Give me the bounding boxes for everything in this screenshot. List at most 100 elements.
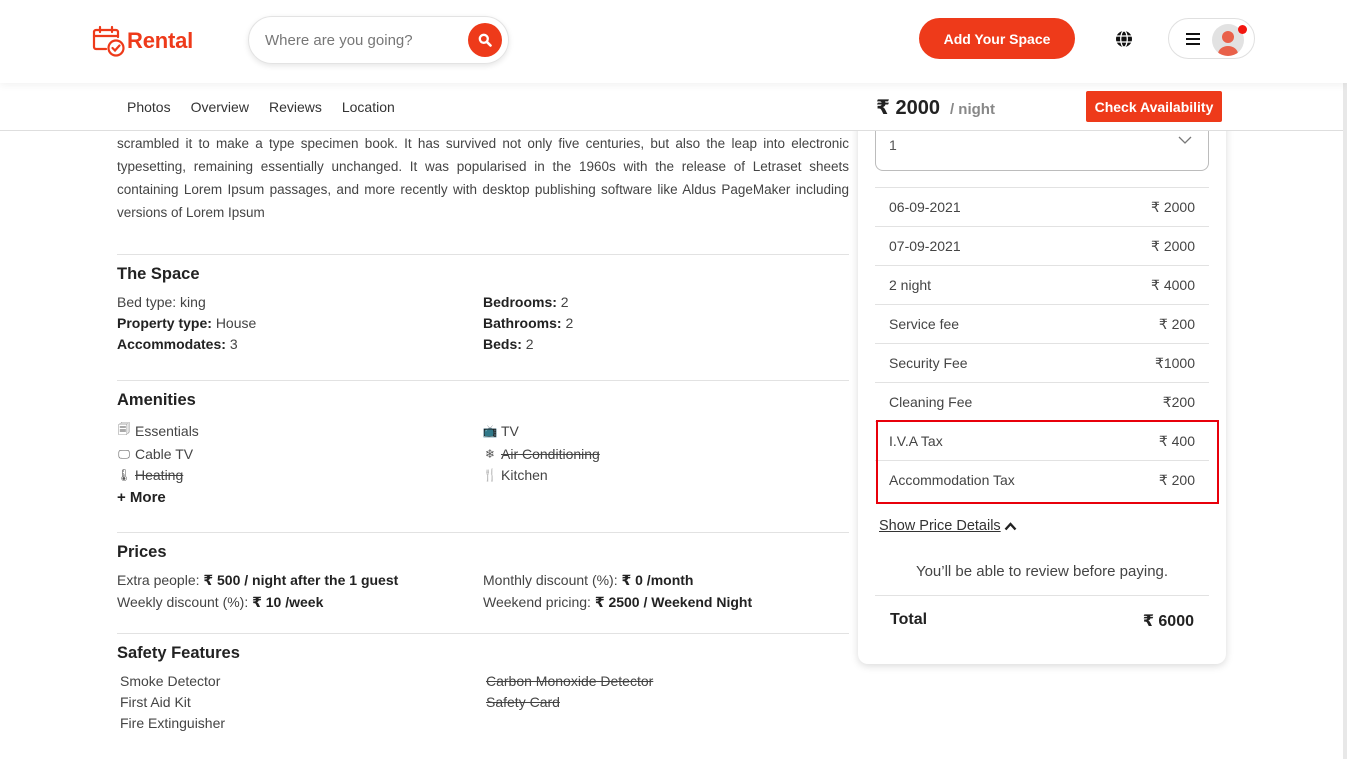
amenity-item: 📺 TV <box>483 420 849 441</box>
price-row: Cleaning Fee ₹200 <box>875 382 1209 421</box>
review-note: You’ll be able to review before paying. <box>915 563 1169 580</box>
cable-tv-icon: 🖵 <box>118 446 130 461</box>
price-row: 06-09-2021 ₹ 2000 <box>875 187 1209 226</box>
price-row-label: 07-09-2021 <box>889 238 961 254</box>
space-item: Bed type: king <box>117 294 483 310</box>
amenity-label: Essentials <box>135 422 199 439</box>
price-row: Service fee ₹ 200 <box>875 304 1209 343</box>
listing-subnav: Photos Overview Reviews Location ₹ 2000 … <box>0 83 1343 131</box>
amenity-item: 🍴 Kitchen <box>483 467 849 483</box>
price-item: Monthly discount (%): ₹ 0 /month <box>483 572 849 589</box>
space-item-label: Bed type: <box>117 294 177 310</box>
page-scrollbar[interactable] <box>1343 83 1347 759</box>
price-item: Weekly discount (%): ₹ 10 /week <box>117 594 483 611</box>
nav-reviews[interactable]: Reviews <box>269 99 322 115</box>
brand-name: Rental <box>127 28 194 53</box>
price-row-label: Cleaning Fee <box>889 394 973 410</box>
price-item: Extra people: ₹ 500 / night after the 1 … <box>117 572 483 589</box>
search-button[interactable] <box>468 23 502 57</box>
price-row-value: ₹ 200 <box>1158 315 1195 332</box>
logo[interactable]: Rental <box>92 25 193 57</box>
price-item-value: ₹ 10 /week <box>252 594 324 610</box>
thermometer-icon: 🌡 <box>116 468 132 482</box>
safety-section: Safety Features Smoke Detector Carbon Mon… <box>117 633 849 731</box>
space-item: Beds: 2 <box>483 336 849 352</box>
amenity-label: Air Conditioning <box>501 446 600 462</box>
price-row-value: ₹ 4000 <box>1151 276 1195 293</box>
amenities-section: Amenities 🗐 Essentials 📺 TV 🖵 Cable TV ❄ Air Co… <box>116 380 849 532</box>
show-price-details-link[interactable]: Show Price Details <box>879 518 1017 534</box>
search-icon <box>478 33 492 47</box>
space-item-label: Property type: <box>117 315 212 331</box>
chevron-up-icon <box>1004 521 1017 530</box>
price-row-label: Security Fee <box>889 355 968 371</box>
space-item-label: Bathrooms: <box>483 315 562 331</box>
amenity-label: Kitchen <box>501 467 548 483</box>
price-row-value: ₹200 <box>1162 393 1195 410</box>
prices-grid: Extra people: ₹ 500 / night after the 1 … <box>117 572 849 611</box>
nav-overview[interactable]: Overview <box>191 99 249 115</box>
price-row: 2 night ₹ 4000 <box>875 265 1209 304</box>
user-menu-button[interactable] <box>1168 18 1255 59</box>
price-row-value: ₹ 2000 <box>1151 198 1195 215</box>
notification-dot <box>1238 25 1247 34</box>
amenity-label: Heating <box>135 467 184 483</box>
price-row-value: ₹1000 <box>1154 354 1195 371</box>
price-row-label: 2 night <box>889 277 932 293</box>
calendar-check-icon <box>92 25 125 57</box>
section-title: Safety Features <box>117 644 240 662</box>
price-row: 07-09-2021 ₹ 2000 <box>875 226 1209 265</box>
section-title: Prices <box>117 543 167 561</box>
chevron-down-icon <box>1178 136 1192 144</box>
price-row-label: Service fee <box>889 316 960 332</box>
amenity-item: 🌡 Heating <box>116 467 483 483</box>
price-row-value: ₹ 2000 <box>1151 237 1195 254</box>
safety-item: First Aid Kit <box>120 694 191 710</box>
space-item: Property type: House <box>117 315 483 331</box>
essentials-icon: 🗐 <box>118 422 130 436</box>
nav-location[interactable]: Location <box>342 99 395 115</box>
safety-grid: Smoke Detector Carbon Monoxide Detector Fi… <box>117 673 849 731</box>
space-item: Accommodates: 3 <box>117 336 483 352</box>
search-input[interactable] <box>265 31 455 49</box>
total-row: Total ₹ 6000 <box>875 595 1209 631</box>
safety-item: Carbon Monoxide Detector <box>486 673 654 689</box>
price-item-value: ₹ 500 / night after the 1 guest <box>203 572 399 588</box>
section-title: The Space <box>117 265 200 283</box>
more-amenities-link[interactable]: + More <box>117 489 849 506</box>
space-item-value: 2 <box>565 315 574 331</box>
utensils-icon: 🍴 <box>482 468 498 482</box>
amenity-item: 🗐 Essentials <box>117 420 483 441</box>
total-label: Total <box>890 611 928 628</box>
space-section: The Space Bed type: king Bedrooms: 2 Prope… <box>117 254 849 380</box>
globe-icon[interactable] <box>1114 29 1134 49</box>
space-item-label: Beds: <box>483 336 522 352</box>
check-availability-button[interactable]: Check Availability <box>1086 91 1222 122</box>
space-item-value: king <box>180 294 206 310</box>
booking-card: 1 06-09-2021 ₹ 2000 07-09-2021 ₹ 2000 2 nigh… <box>858 100 1226 664</box>
space-item-value: 2 <box>525 336 534 352</box>
safety-item: Safety Card <box>486 694 560 710</box>
hamburger-icon <box>1186 32 1200 45</box>
space-item-value: House <box>215 315 257 331</box>
space-item-value: 3 <box>229 336 238 352</box>
tax-highlight-box <box>876 420 1219 504</box>
safety-item: Smoke Detector <box>120 673 221 689</box>
guests-value: 1 <box>889 137 897 153</box>
search-bar <box>248 16 509 64</box>
total-value: ₹ 6000 <box>1142 613 1194 630</box>
price-unit: / night <box>949 101 995 118</box>
safety-item: Fire Extinguisher <box>120 715 226 731</box>
nav-photos[interactable]: Photos <box>127 99 171 115</box>
add-your-space-button[interactable]: Add Your Space <box>919 18 1075 59</box>
space-item-value: 2 <box>560 294 569 310</box>
price-item-value: ₹ 0 /month <box>621 572 694 588</box>
description-text: scrambled it to make a type specimen boo… <box>117 136 849 220</box>
price-item: Weekend pricing: ₹ 2500 / Weekend Night <box>483 594 849 611</box>
price-item-label: Weekly discount (%): <box>117 594 249 610</box>
amenity-item: 🖵 Cable TV <box>117 446 483 462</box>
amenity-item: ❄ Air Conditioning <box>483 446 849 462</box>
listing-details: scrambled it to make a type specimen boo… <box>116 131 849 731</box>
price-item-label: Weekend pricing: <box>483 594 591 610</box>
amenity-label: Cable TV <box>135 446 194 462</box>
